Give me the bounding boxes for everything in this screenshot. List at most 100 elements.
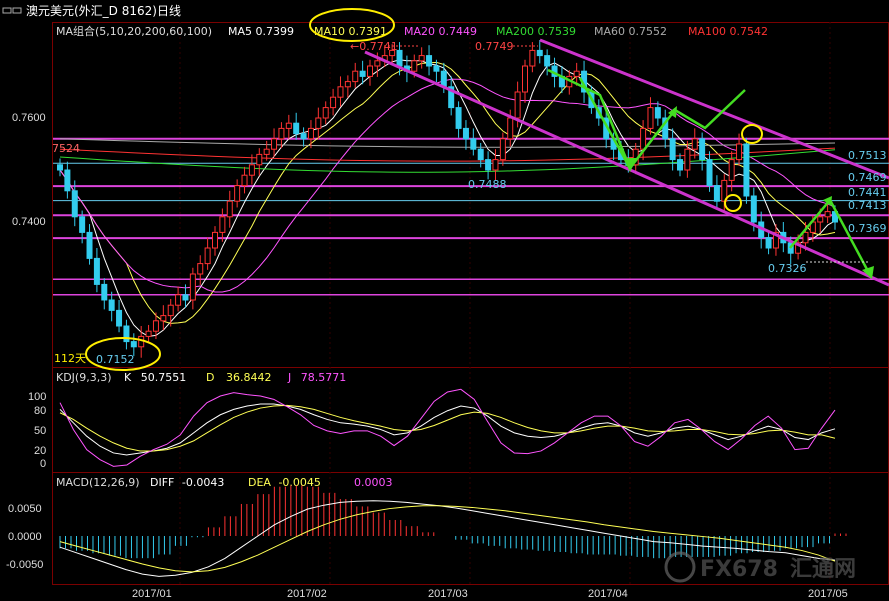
candle-body: [824, 211, 831, 218]
candle-body: [536, 49, 543, 57]
candle-body: [116, 309, 123, 327]
ma60-line: [59, 138, 836, 148]
candle-body: [197, 263, 204, 275]
watermark-text: FX678: [700, 557, 778, 582]
kdj-tick: 0: [40, 458, 46, 470]
x-axis: 2017/01 2017/02 2017/03 2017/04 2017/05: [132, 588, 848, 600]
candle-body: [263, 148, 270, 155]
macd-header: MACD(12,26,9) DIFF -0.0043 DEA -0.0045 0…: [56, 476, 393, 489]
candle-body: [226, 200, 233, 218]
macd-diff: DIFF -0.0043: [150, 476, 224, 489]
macd-axis: 0.0050 0.0000 -0.0050: [6, 503, 43, 571]
candle-body: [728, 159, 735, 181]
candle-body: [248, 164, 255, 176]
macd-tick: -0.0050: [6, 559, 43, 571]
candle-body: [499, 138, 506, 161]
candle-body: [352, 70, 359, 83]
kdj-header: KDJ(9,3,3) K 50.7551 D 36.8442 J 78.5771: [56, 371, 346, 384]
x-tick: 2017/02: [287, 588, 327, 600]
candle-body: [337, 86, 344, 98]
candle-body: [300, 133, 307, 140]
low-days-label: 112天: [54, 352, 86, 365]
highlight-circles: [85, 124, 763, 371]
candle-body: [138, 335, 145, 348]
level-label: 0.7441: [848, 186, 887, 199]
kdj-tick: 80: [34, 405, 46, 417]
candle-body: [817, 216, 824, 223]
window-title: 澳元美元(外汇_D 8162)日线: [26, 4, 181, 18]
ma60-label: MA60 0.7552: [594, 25, 667, 38]
channel-lower-line: [364, 50, 889, 287]
green-path-2: [578, 77, 632, 169]
price-tick: 0.7600: [12, 112, 46, 124]
x-tick: 2017/05: [808, 588, 848, 600]
green-path-1: [547, 68, 746, 171]
level-label: 0.7413: [848, 199, 887, 212]
ma100-label: MA100 0.7542: [688, 25, 768, 38]
candle-body: [736, 143, 743, 161]
candle-body: [514, 91, 521, 119]
price-axis: 0.7600 0.7400: [12, 112, 46, 228]
highlight-circle-1: [741, 124, 763, 144]
candle-body: [684, 148, 691, 171]
macd-tick: 0.0000: [8, 531, 42, 543]
candle-body: [212, 231, 218, 249]
ma-group-label: MA组合(5,10,20,200,60,100): [56, 24, 212, 38]
kdj-tick: 50: [34, 425, 46, 437]
candle-body: [57, 164, 63, 171]
candle-body: [433, 65, 440, 72]
horizontal-levels: [53, 137, 889, 296]
candle-body: [470, 138, 477, 150]
candle-body: [374, 60, 381, 67]
candle-body: [677, 159, 683, 171]
high2-label: 0.7749: [475, 40, 514, 53]
candle-body: [396, 49, 403, 67]
kdj-d: D 36.8442: [206, 371, 271, 384]
kdj-tick: 20: [34, 445, 46, 457]
x-tick: 2017/01: [132, 588, 172, 600]
kdj-lines: [59, 388, 836, 467]
candle-body: [71, 190, 78, 218]
level-label: 0.7369: [848, 222, 887, 235]
candle-body: [285, 122, 292, 129]
channel-upper-line: [539, 38, 889, 180]
candle-body: [691, 138, 698, 150]
candle-body: [315, 117, 322, 129]
candle-body: [167, 304, 174, 317]
candle-body: [699, 138, 706, 161]
candle-body: [271, 138, 278, 150]
highlight-circle-2: [724, 194, 742, 212]
watermark-logo-icon: [664, 551, 696, 583]
recent-low-label: 0.7326: [768, 262, 807, 275]
candle-body: [293, 122, 300, 135]
candle-body: [411, 60, 418, 72]
candle-body: [330, 96, 337, 109]
candle-body: [86, 231, 93, 259]
candle-body: [145, 330, 152, 337]
x-tick: 2017/03: [428, 588, 468, 600]
candle-body: [79, 216, 86, 233]
candle-body: [426, 55, 433, 67]
ma20-label: MA20 0.7449: [404, 25, 477, 38]
candle-body: [462, 127, 469, 140]
candle-body: [418, 55, 425, 62]
candle-body: [189, 273, 196, 301]
candle-body: [152, 320, 159, 332]
kdj-tick: 100: [28, 391, 46, 403]
level-label: 0.7513: [848, 149, 887, 162]
watermark: FX678 汇通网: [664, 551, 856, 583]
price-tick: 0.7400: [12, 216, 46, 228]
candle-body: [367, 65, 373, 77]
candle-body: [344, 81, 351, 88]
kdj-j: J 78.5771: [287, 371, 346, 384]
kdj-k: K 50.7551: [124, 371, 186, 384]
candle-body: [743, 143, 750, 197]
macd-histogram: [59, 485, 847, 559]
candle-body: [477, 148, 484, 161]
candle-body: [123, 325, 130, 343]
forex-chart-canvas[interactable]: 澳元美元(外汇_D 8162)日线 MA组合(5,10,20,200,60,10…: [0, 0, 889, 601]
candle-body: [765, 237, 772, 249]
candle-body: [101, 283, 108, 301]
candle-body: [529, 49, 536, 67]
level-label: 0.7469: [848, 171, 887, 184]
